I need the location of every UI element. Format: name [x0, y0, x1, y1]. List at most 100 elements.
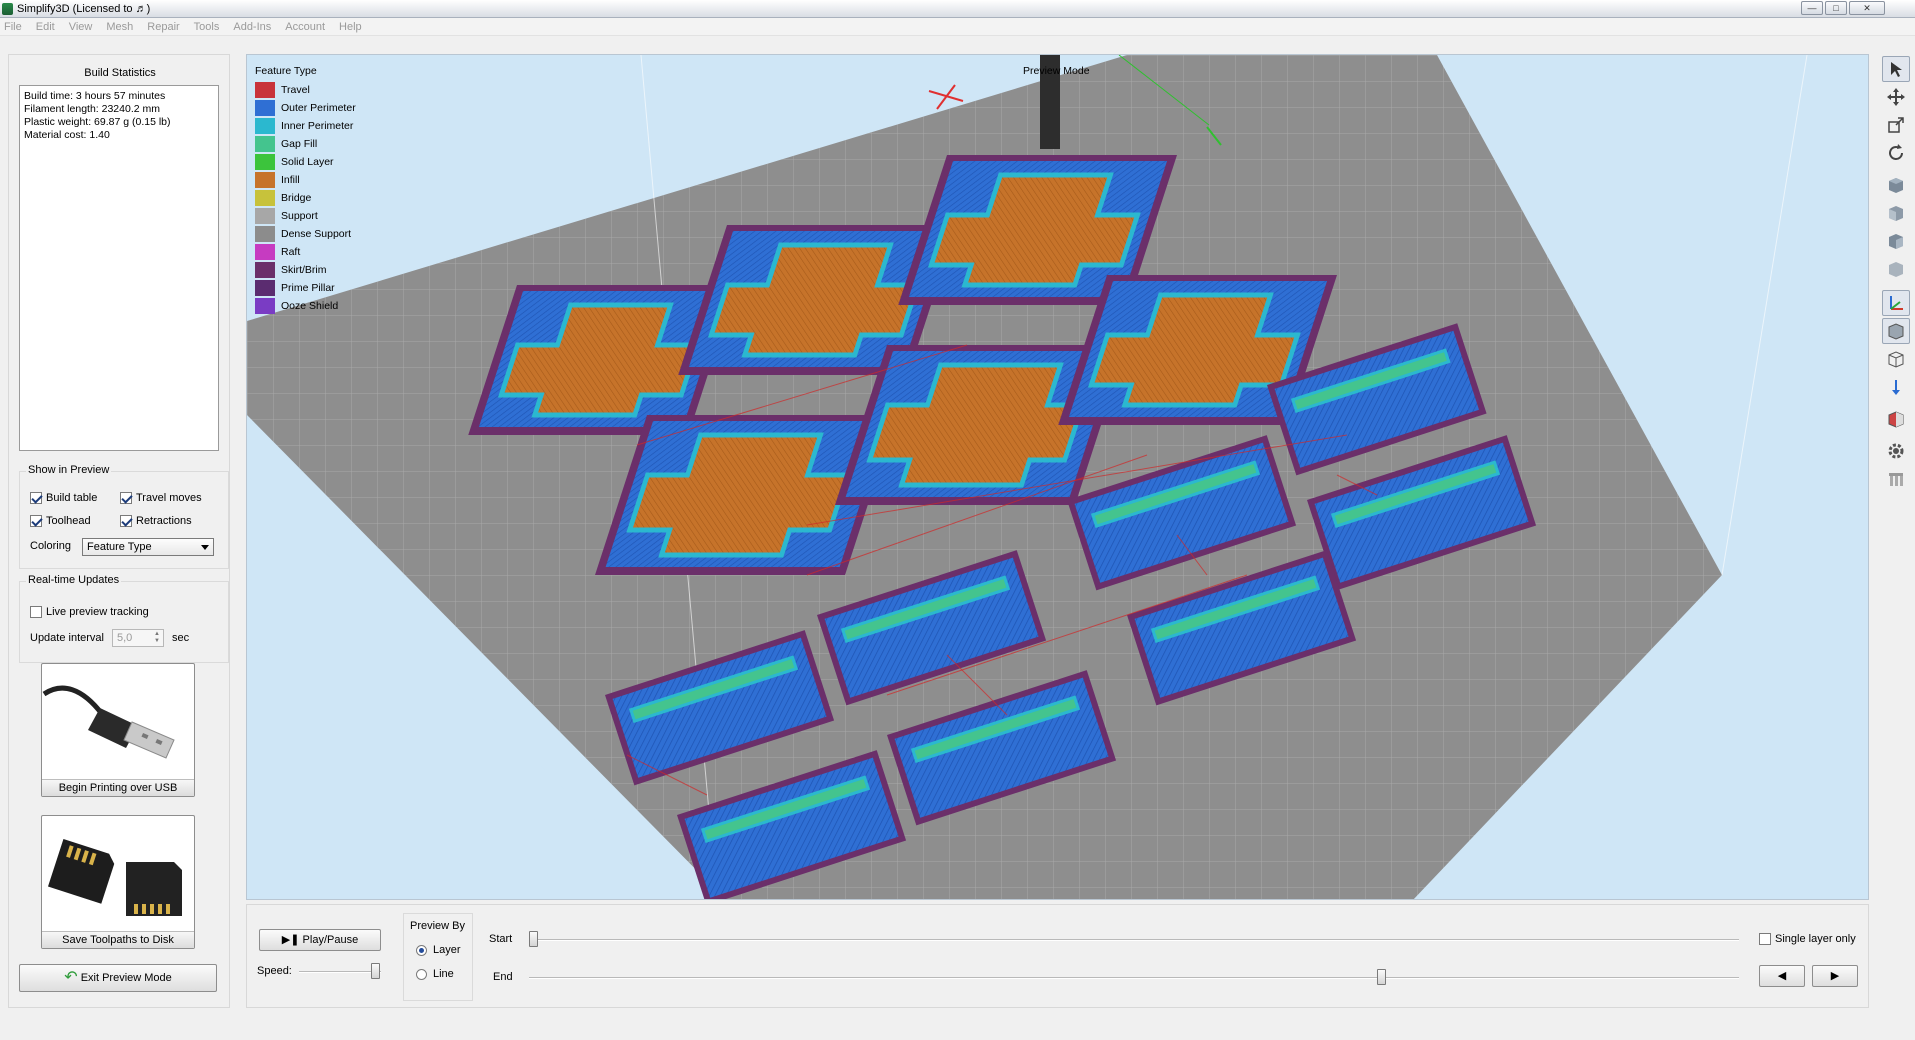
view-iso-tool[interactable] [1882, 256, 1910, 282]
next-layer-button[interactable]: ▶ [1812, 965, 1858, 987]
toolhead-checkbox[interactable] [30, 515, 42, 528]
legend-item-gap-fill: Gap Fill [255, 135, 356, 153]
menu-file[interactable]: File [4, 21, 22, 33]
build-table-option[interactable]: Build table [30, 492, 98, 505]
single-layer-checkbox[interactable] [1759, 933, 1771, 946]
retractions-option[interactable]: Retractions [120, 515, 192, 528]
legend-label: Dense Support [281, 228, 352, 240]
preview-by-line-option[interactable]: Line [416, 968, 454, 980]
menu-mesh[interactable]: Mesh [106, 21, 133, 33]
begin-printing-usb-label: Begin Printing over USB [42, 779, 194, 796]
rotate-tool[interactable] [1882, 140, 1910, 166]
play-pause-icon: ▶❚ [281, 934, 300, 946]
menu-repair[interactable]: Repair [147, 21, 179, 33]
cross-section-tool[interactable] [1882, 406, 1910, 432]
build-plate-scene[interactable] [247, 55, 1869, 900]
legend-item-travel: Travel [255, 81, 356, 99]
sd-card-icon [48, 838, 182, 916]
wireframe-view-tool[interactable] [1882, 346, 1910, 372]
legend-label: Solid Layer [281, 156, 334, 168]
menu-view[interactable]: View [69, 21, 93, 33]
live-tracking-label: Live preview tracking [46, 606, 149, 618]
preview-by-group: Preview By Layer Line [403, 913, 473, 1001]
coloring-value: Feature Type [87, 541, 152, 553]
layer-label: Layer [433, 944, 461, 956]
legend-label: Support [281, 210, 318, 222]
view-front-tool[interactable] [1882, 200, 1910, 226]
spinner-arrows-icon: ▲ ▼ [154, 631, 160, 644]
travel-moves-label: Travel moves [136, 492, 202, 504]
live-tracking-checkbox[interactable] [30, 606, 42, 619]
stat-build-time: Build time: 3 hours 57 minutes [24, 90, 166, 102]
stat-material-cost: Material cost: 1.40 [24, 129, 110, 141]
legend-item-support: Support [255, 207, 356, 225]
travel-moves-checkbox[interactable] [120, 492, 132, 505]
speed-slider-handle[interactable] [371, 963, 380, 979]
stat-plastic-weight: Plastic weight: 69.87 g (0.15 lb) [24, 116, 171, 128]
select-tool[interactable] [1882, 56, 1910, 82]
toolhead-label: Toolhead [46, 515, 91, 527]
live-tracking-option[interactable]: Live preview tracking [30, 606, 149, 619]
menu-tools[interactable]: Tools [194, 21, 220, 33]
legend-swatch [255, 280, 275, 296]
scale-tool[interactable] [1882, 112, 1910, 138]
3d-viewport[interactable]: Feature Type Travel Outer Perimeter Inne… [246, 54, 1869, 900]
save-toolpaths-button[interactable]: Save Toolpaths to Disk [41, 815, 195, 949]
layer-radio[interactable] [416, 944, 427, 956]
legend-item-skirt-brim: Skirt/Brim [255, 261, 356, 279]
view-top-tool[interactable] [1882, 172, 1910, 198]
speed-slider-track[interactable] [299, 971, 381, 973]
line-label: Line [433, 968, 454, 980]
end-slider-handle[interactable] [1377, 969, 1386, 985]
menu-help[interactable]: Help [339, 21, 362, 33]
legend-label: Prime Pillar [281, 282, 335, 294]
settings-tool[interactable] [1882, 438, 1910, 464]
menu-account[interactable]: Account [285, 21, 325, 33]
exit-preview-mode-button[interactable]: ↶ Exit Preview Mode [19, 964, 217, 992]
update-interval-value: 5,0 [117, 632, 133, 644]
maximize-button[interactable]: □ [1825, 1, 1847, 15]
supports-tool[interactable] [1882, 466, 1910, 492]
start-label: Start [489, 933, 513, 945]
build-table-checkbox[interactable] [30, 492, 42, 505]
begin-printing-usb-button[interactable]: Begin Printing over USB [41, 663, 195, 797]
build-table-label: Build table [46, 492, 98, 504]
previous-layer-button[interactable]: ◀ [1759, 965, 1805, 987]
solid-view-tool[interactable] [1882, 318, 1910, 344]
view-right-tool[interactable] [1882, 228, 1910, 254]
start-slider-track[interactable] [529, 939, 1739, 941]
exit-preview-mode-label: Exit Preview Mode [80, 972, 172, 984]
solid-cube-icon [1888, 323, 1904, 340]
legend-item-infill: Infill [255, 171, 356, 189]
preview-by-layer-option[interactable]: Layer [416, 944, 461, 956]
build-statistics-box[interactable]: Build time: 3 hours 57 minutes Filament … [19, 85, 219, 451]
play-pause-button[interactable]: ▶❚ Play/Pause [259, 929, 381, 951]
move-tool[interactable] [1882, 84, 1910, 110]
legend-item-bridge: Bridge [255, 189, 356, 207]
menu-edit[interactable]: Edit [36, 21, 55, 33]
travel-moves-option[interactable]: Travel moves [120, 492, 202, 505]
retractions-label: Retractions [136, 515, 192, 527]
update-interval-input[interactable]: 5,0 ▲ ▼ [112, 629, 164, 647]
move-arrows-icon [1887, 88, 1905, 106]
retractions-checkbox[interactable] [120, 515, 132, 528]
normals-tool[interactable] [1882, 374, 1910, 400]
minimize-button[interactable]: — [1801, 1, 1823, 15]
speed-label: Speed: [257, 965, 292, 977]
show-in-preview-title: Show in Preview [26, 464, 112, 476]
left-arrow-icon: ◀ [1777, 970, 1787, 982]
start-slider-handle[interactable] [529, 931, 538, 947]
cursor-icon [1891, 62, 1902, 77]
support-pillars-icon [1889, 473, 1903, 486]
legend-item-solid-layer: Solid Layer [255, 153, 356, 171]
line-radio[interactable] [416, 968, 427, 980]
end-slider-track[interactable] [529, 977, 1739, 979]
legend-swatch [255, 208, 275, 224]
toolhead-option[interactable]: Toolhead [30, 515, 91, 528]
single-layer-option[interactable]: Single layer only [1759, 933, 1856, 946]
menu-add-ins[interactable]: Add-Ins [233, 21, 271, 33]
axes-toggle-tool[interactable] [1882, 290, 1910, 316]
close-button[interactable]: ✕ [1849, 1, 1885, 15]
coloring-select[interactable]: Feature Type [82, 538, 214, 556]
playback-panel: ▶❚ Play/Pause Speed: Preview By Layer Li… [246, 904, 1869, 1008]
